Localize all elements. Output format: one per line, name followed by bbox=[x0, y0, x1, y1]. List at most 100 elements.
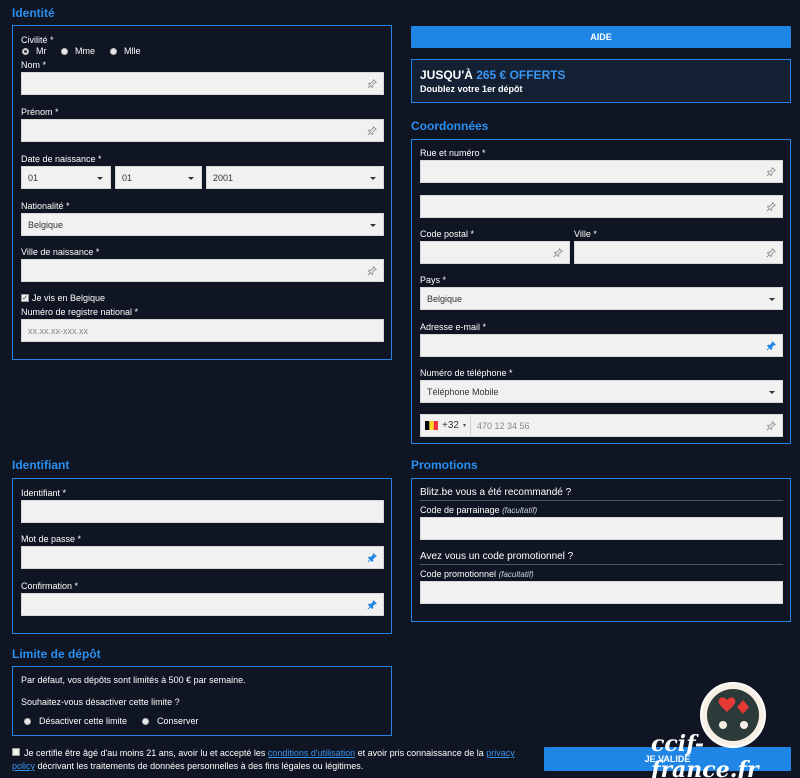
optional-tag: (facultatif) bbox=[502, 506, 538, 515]
autofill-icon bbox=[367, 266, 377, 276]
radio-mlle[interactable] bbox=[110, 48, 117, 55]
registre-label: Numéro de registre national * bbox=[21, 307, 139, 317]
country-code-picker[interactable]: +32 ▾ bbox=[421, 415, 471, 436]
dob-year-select[interactable]: 2001 bbox=[206, 166, 384, 189]
nom-input[interactable] bbox=[21, 72, 384, 95]
chevron-down-icon bbox=[370, 224, 376, 227]
bonus-prefix: JUSQU'À bbox=[420, 68, 477, 82]
nationalite-select[interactable]: Belgique bbox=[21, 213, 384, 236]
identifiant-label: Identifiant * bbox=[21, 488, 67, 498]
autofill-icon bbox=[367, 600, 377, 610]
tel-type-value: Téléphone Mobile bbox=[427, 386, 499, 397]
chevron-down-icon bbox=[370, 177, 376, 180]
autofill-icon bbox=[367, 126, 377, 136]
bonus-amount: 265 € OFFERTS bbox=[476, 68, 566, 82]
tel-label: Numéro de téléphone * bbox=[420, 368, 513, 378]
chevron-down-icon bbox=[97, 177, 103, 180]
promo-input[interactable] bbox=[420, 581, 783, 604]
autofill-icon bbox=[766, 421, 776, 431]
code-postal-input[interactable] bbox=[420, 241, 570, 264]
section-title-identite: Identité bbox=[12, 6, 55, 20]
identifiant-panel: Identifiant * Mot de passe * Confirmatio… bbox=[12, 478, 392, 634]
pays-value: Belgique bbox=[427, 293, 463, 304]
promo-question: Avez vous un code promotionnel ? bbox=[420, 551, 574, 562]
autofill-icon bbox=[367, 79, 377, 89]
autofill-icon bbox=[766, 202, 776, 212]
dob-label: Date de naissance * bbox=[21, 154, 102, 164]
identifiant-input[interactable] bbox=[21, 500, 384, 523]
je-valide-button[interactable]: JE VALIDE bbox=[544, 747, 791, 771]
prenom-input[interactable] bbox=[21, 119, 384, 142]
registre-placeholder: xx.xx.xx-xxx.xx bbox=[28, 325, 88, 336]
promo-label-text: Code promotionnel bbox=[420, 569, 497, 579]
code-postal-label: Code postal * bbox=[420, 229, 475, 239]
dob-day-select[interactable]: 01 bbox=[21, 166, 111, 189]
identite-panel: Civilité * Mr Mme Mlle Nom * Prénom * Da… bbox=[12, 25, 392, 360]
ville-label: Ville * bbox=[574, 229, 597, 239]
bonus-subtitle: Doublez votre 1er dépôt bbox=[420, 84, 523, 94]
confirmation-label: Confirmation * bbox=[21, 581, 79, 591]
terms-checkbox[interactable] bbox=[12, 748, 20, 756]
tel-number-input[interactable]: +32 ▾ 470 12 34 56 bbox=[420, 414, 783, 437]
autofill-icon bbox=[367, 553, 377, 563]
privacy-link[interactable]: privacy bbox=[486, 748, 515, 758]
ville-input[interactable] bbox=[574, 241, 783, 264]
privacy-policy-link[interactable]: policy bbox=[12, 761, 35, 771]
dob-month-value: 01 bbox=[122, 172, 133, 183]
aide-button[interactable]: AIDE bbox=[411, 26, 791, 48]
limite-panel: Par défaut, vos dépôts sont limités à 50… bbox=[12, 666, 392, 736]
ville-naissance-label: Ville de naissance * bbox=[21, 247, 100, 257]
divider bbox=[420, 564, 783, 565]
radio-mr[interactable] bbox=[22, 48, 29, 55]
password-input[interactable] bbox=[21, 546, 384, 569]
terms-part2: et avoir pris connaissance de la bbox=[355, 748, 487, 758]
nationalite-value: Belgique bbox=[28, 219, 64, 230]
limite-question: Souhaitez-vous désactiver cette limite ? bbox=[21, 697, 180, 707]
radio-conserver[interactable] bbox=[142, 718, 149, 725]
optional-tag: (facultatif) bbox=[498, 570, 534, 579]
divider bbox=[420, 500, 783, 501]
section-title-limite: Limite de dépôt bbox=[12, 647, 101, 661]
autofill-icon bbox=[766, 167, 776, 177]
autofill-icon bbox=[553, 248, 563, 258]
chevron-down-icon bbox=[769, 298, 775, 301]
parrainage-label: Code de parrainage (facultatif) bbox=[420, 505, 537, 515]
confirmation-input[interactable] bbox=[21, 593, 384, 616]
nationalite-label: Nationalité * bbox=[21, 201, 70, 211]
autofill-icon bbox=[766, 341, 776, 351]
section-title-coordonnees: Coordonnées bbox=[411, 119, 489, 133]
section-title-identifiant: Identifiant bbox=[12, 458, 70, 472]
caret-down-icon: ▾ bbox=[462, 423, 466, 429]
tel-type-select[interactable]: Téléphone Mobile bbox=[420, 380, 783, 403]
radio-desactiver[interactable] bbox=[24, 718, 31, 725]
radio-mlle-label: Mlle bbox=[124, 46, 141, 56]
conditions-link[interactable]: conditions d'utilisation bbox=[268, 748, 355, 758]
rue-complement-input[interactable] bbox=[420, 195, 783, 218]
radio-mme[interactable] bbox=[61, 48, 68, 55]
pays-select[interactable]: Belgique bbox=[420, 287, 783, 310]
dob-year-value: 2001 bbox=[213, 172, 234, 183]
dob-month-select[interactable]: 01 bbox=[115, 166, 202, 189]
vis-belgique-checkbox[interactable]: ✓ bbox=[21, 294, 29, 302]
rue-input[interactable] bbox=[420, 160, 783, 183]
terms-text-line2: policy décrivant les traitements de donn… bbox=[12, 760, 363, 773]
promotions-panel: Blitz.be vous a été recommandé ? Code de… bbox=[411, 478, 791, 622]
recommande-question: Blitz.be vous a été recommandé ? bbox=[420, 487, 572, 498]
dob-day-value: 01 bbox=[28, 172, 39, 183]
vis-belgique-label: Je vis en Belgique bbox=[32, 293, 106, 303]
radio-desactiver-label: Désactiver cette limite bbox=[39, 716, 128, 726]
registre-input[interactable]: xx.xx.xx-xxx.xx bbox=[21, 319, 384, 342]
pays-label: Pays * bbox=[420, 275, 447, 285]
bonus-headline: JUSQU'À 265 € OFFERTS bbox=[420, 68, 566, 82]
terms-text: Je certifie être âgé d'au moins 21 ans, … bbox=[24, 747, 524, 760]
civilite-label: Civilité * bbox=[21, 35, 54, 45]
terms-part3: décrivant les traitements de données per… bbox=[35, 761, 364, 771]
parrainage-input[interactable] bbox=[420, 517, 783, 540]
chevron-down-icon bbox=[188, 177, 194, 180]
password-label: Mot de passe * bbox=[21, 534, 82, 544]
ville-naissance-input[interactable] bbox=[21, 259, 384, 282]
radio-mr-label: Mr bbox=[36, 46, 47, 56]
email-input[interactable] bbox=[420, 334, 783, 357]
limite-info: Par défaut, vos dépôts sont limités à 50… bbox=[21, 675, 246, 685]
nom-label: Nom * bbox=[21, 60, 47, 70]
